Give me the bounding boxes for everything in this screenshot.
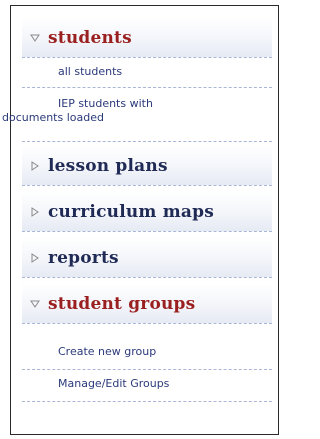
triangle-down-icon <box>28 300 42 308</box>
nav-item-label: all students <box>58 65 123 78</box>
nav-section-label: student groups <box>48 293 196 314</box>
nav-section-label: students <box>48 27 132 48</box>
triangle-right-icon <box>28 206 42 217</box>
nav-section-label: curriculum maps <box>48 201 214 222</box>
nav-item-create-new-group[interactable]: Create new group <box>22 340 272 370</box>
nav-section-students[interactable]: students <box>22 18 272 58</box>
triangle-right-icon <box>28 252 42 263</box>
nav-item-label: Manage/Edit Groups <box>58 377 170 390</box>
triangle-right-icon <box>28 160 42 171</box>
nav-section-label: reports <box>48 247 119 268</box>
nav-section-label: lesson plans <box>48 155 168 176</box>
triangle-down-icon <box>28 34 42 42</box>
nav-section-reports[interactable]: reports <box>22 238 272 278</box>
nav-item-all-students[interactable]: all students <box>22 60 272 88</box>
nav-section-curriculum-maps[interactable]: curriculum maps <box>22 192 272 232</box>
nav-item-label: Create new group <box>58 345 157 358</box>
nav-item-iep-students[interactable]: IEP students with documents loaded <box>2 92 272 142</box>
nav-item-label-line2: documents loaded <box>2 111 104 124</box>
nav-section-student-groups[interactable]: student groups <box>22 284 272 324</box>
nav-item-label-line1: IEP students with <box>58 97 153 110</box>
nav-item-manage-edit-groups[interactable]: Manage/Edit Groups <box>22 372 272 402</box>
nav-section-lesson-plans[interactable]: lesson plans <box>22 146 272 186</box>
